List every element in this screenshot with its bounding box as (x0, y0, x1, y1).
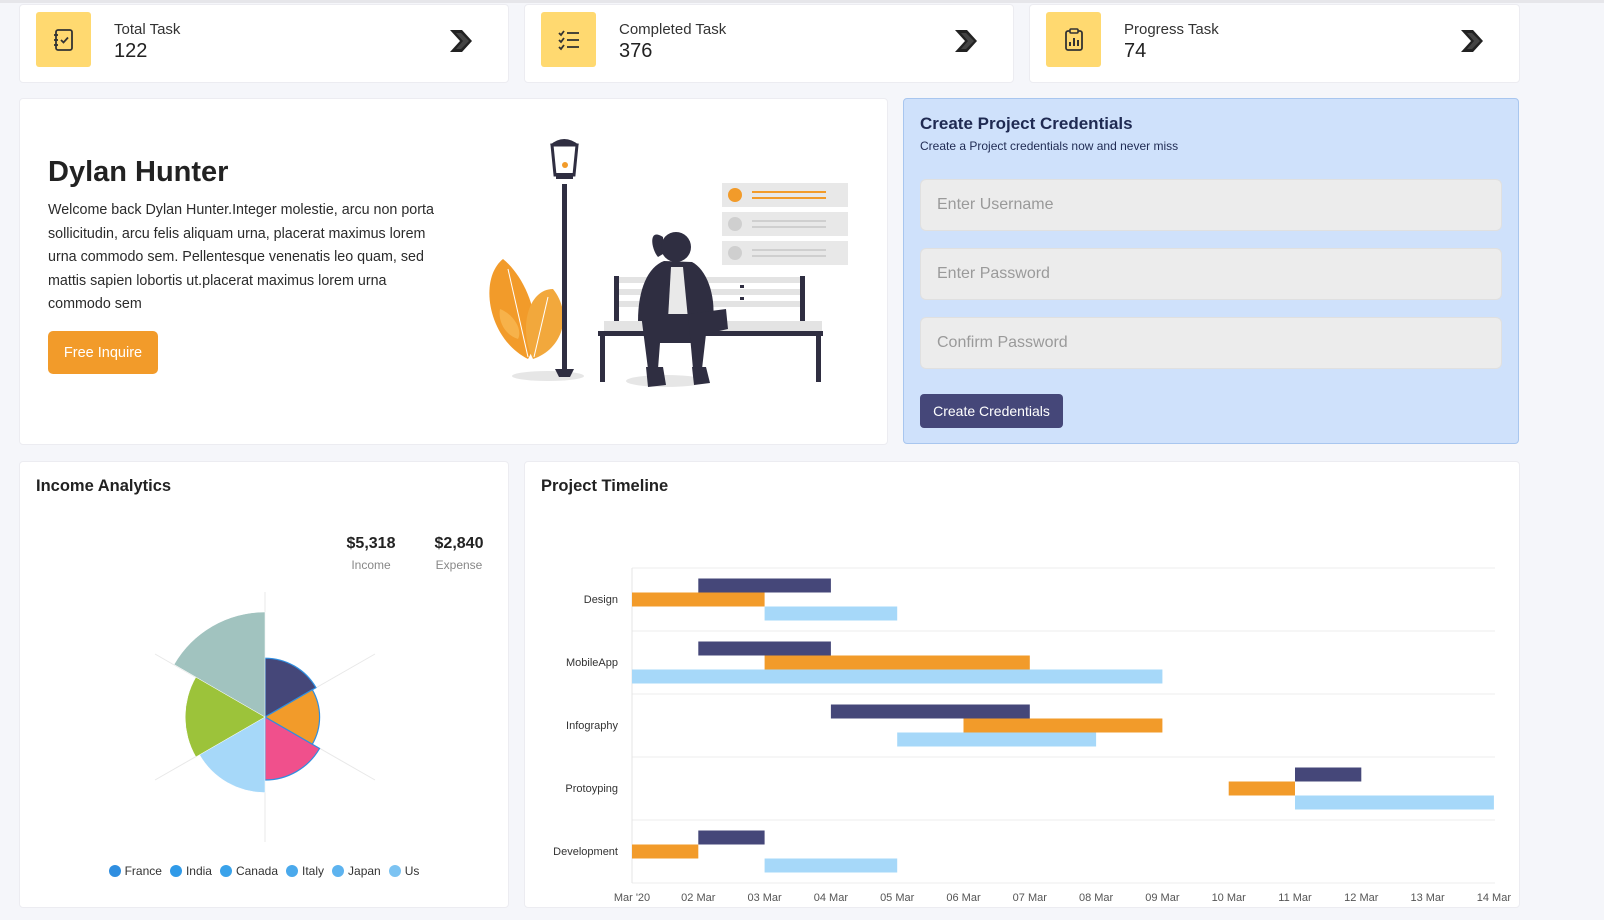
person-on-bench-illustration (489, 139, 848, 387)
stat-card-total[interactable]: Total Task 122 (19, 4, 509, 83)
gantt-bar[interactable] (764, 858, 898, 873)
x-tick-label: 02 Mar (681, 892, 716, 904)
income-value: $5,318 (346, 535, 396, 552)
stat-label: Completed Task (619, 21, 727, 38)
y-tick-label: Development (553, 846, 618, 858)
y-tick-label: Protoyping (565, 783, 618, 795)
top-border (0, 0, 1604, 3)
x-tick-label: 07 Mar (1013, 892, 1048, 904)
credentials-title: Create Project Credentials (920, 114, 1133, 133)
legend-item-india[interactable]: India (169, 864, 212, 878)
welcome-card: Dylan Hunter Welcome back Dylan Hunter.I… (19, 98, 888, 445)
chevron-right-icon[interactable] (953, 28, 979, 54)
gantt-bar[interactable] (632, 592, 765, 607)
welcome-text: Welcome back Dylan Hunter.Integer molest… (48, 202, 434, 312)
stat-value: 376 (619, 40, 653, 62)
gantt-bar[interactable] (698, 641, 831, 656)
legend-dot (219, 865, 232, 877)
x-tick-label: 05 Mar (880, 892, 915, 904)
stat-value: 74 (1124, 40, 1147, 62)
clipboard-chart-icon (1046, 12, 1101, 67)
notebook-check-icon (36, 12, 91, 67)
gantt-bar[interactable] (897, 732, 1097, 747)
create-credentials-button[interactable]: Create Credentials (920, 394, 1063, 428)
gantt-bar[interactable] (764, 655, 1030, 670)
legend-item-canada[interactable]: Canada (219, 864, 279, 878)
income-analytics-title: Income Analytics (36, 477, 172, 495)
legend-label: Canada (235, 864, 279, 878)
credentials-card: Create Project Credentials Create a Proj… (903, 98, 1519, 444)
welcome-name: Dylan Hunter (48, 156, 229, 188)
expense-value: $2,840 (434, 535, 484, 552)
free-inquire-button[interactable]: Free Inquire (48, 331, 158, 374)
legend-item-italy[interactable]: Italy (286, 864, 324, 878)
x-tick-label: 06 Mar (946, 892, 981, 904)
x-tick-label: 03 Mar (747, 892, 782, 904)
y-tick-label: Design (584, 594, 618, 606)
x-tick-label: 14 Mar (1477, 892, 1512, 904)
x-tick-label: 10 Mar (1212, 892, 1247, 904)
legend-label: Japan (348, 864, 381, 878)
list-check-icon (541, 12, 596, 67)
stat-label: Progress Task (1124, 21, 1219, 38)
project-gantt-chart: Design MobileApp Infography Protoyping Devel… (553, 567, 1512, 904)
x-tick-label: 08 Mar (1079, 892, 1114, 904)
legend-item-us[interactable]: Us (388, 864, 420, 878)
username-input[interactable] (920, 179, 1502, 231)
chevron-right-icon[interactable] (1459, 28, 1485, 54)
legend-dot (286, 865, 299, 877)
income-label: Income (351, 558, 391, 572)
gantt-bar[interactable] (1295, 795, 1494, 810)
gantt-bar[interactable] (698, 830, 765, 845)
stat-card-completed[interactable]: Completed Task 376 (524, 4, 1014, 83)
legend-item-france[interactable]: France (108, 864, 162, 878)
password-input[interactable] (920, 248, 1502, 300)
credentials-subtitle: Create a Project credentials now and nev… (920, 139, 1179, 153)
gantt-bar[interactable] (764, 606, 898, 621)
y-tick-label: MobileApp (566, 657, 618, 669)
gantt-bar[interactable] (1228, 781, 1295, 796)
income-analytics-card: Income Analytics $5,318 Income $2,840 Ex… (19, 461, 509, 908)
legend-dot (332, 865, 345, 877)
legend-label: Italy (302, 864, 325, 878)
income-polar-chart (154, 592, 376, 842)
legend-dot (108, 865, 121, 877)
stat-label: Total Task (114, 21, 181, 38)
stat-value: 122 (114, 40, 148, 62)
x-tick-label: 04 Mar (814, 892, 849, 904)
legend-label: India (185, 864, 212, 878)
legend-item-japan[interactable]: Japan (332, 864, 381, 878)
x-tick-label: Mar '20 (614, 892, 650, 904)
legend-label: Us (404, 864, 420, 878)
project-timeline-card: Project Timeline Design MobileApp Infograp… (524, 461, 1520, 908)
legend-label: France (124, 864, 162, 878)
gantt-bar[interactable] (1295, 767, 1362, 782)
gantt-bar[interactable] (632, 669, 1163, 684)
legend-dot (388, 865, 401, 877)
x-tick-label: 13 Mar (1410, 892, 1445, 904)
expense-label: Expense (435, 558, 483, 572)
x-tick-label: 11 Mar (1278, 892, 1312, 904)
x-tick-label: 09 Mar (1145, 892, 1180, 904)
confirm-password-input[interactable] (920, 317, 1502, 369)
y-tick-label: Infography (566, 720, 618, 732)
gantt-bar[interactable] (698, 578, 831, 593)
x-tick-label: 12 Mar (1344, 892, 1379, 904)
gantt-bar[interactable] (963, 718, 1163, 733)
legend-dot (169, 865, 182, 877)
gantt-bar[interactable] (830, 704, 1030, 719)
chart-legend: France India Canada Italy Japan Us (20, 864, 508, 878)
chevron-right-icon[interactable] (448, 28, 474, 54)
gantt-bar[interactable] (632, 844, 699, 859)
stat-card-progress[interactable]: Progress Task 74 (1029, 4, 1520, 83)
